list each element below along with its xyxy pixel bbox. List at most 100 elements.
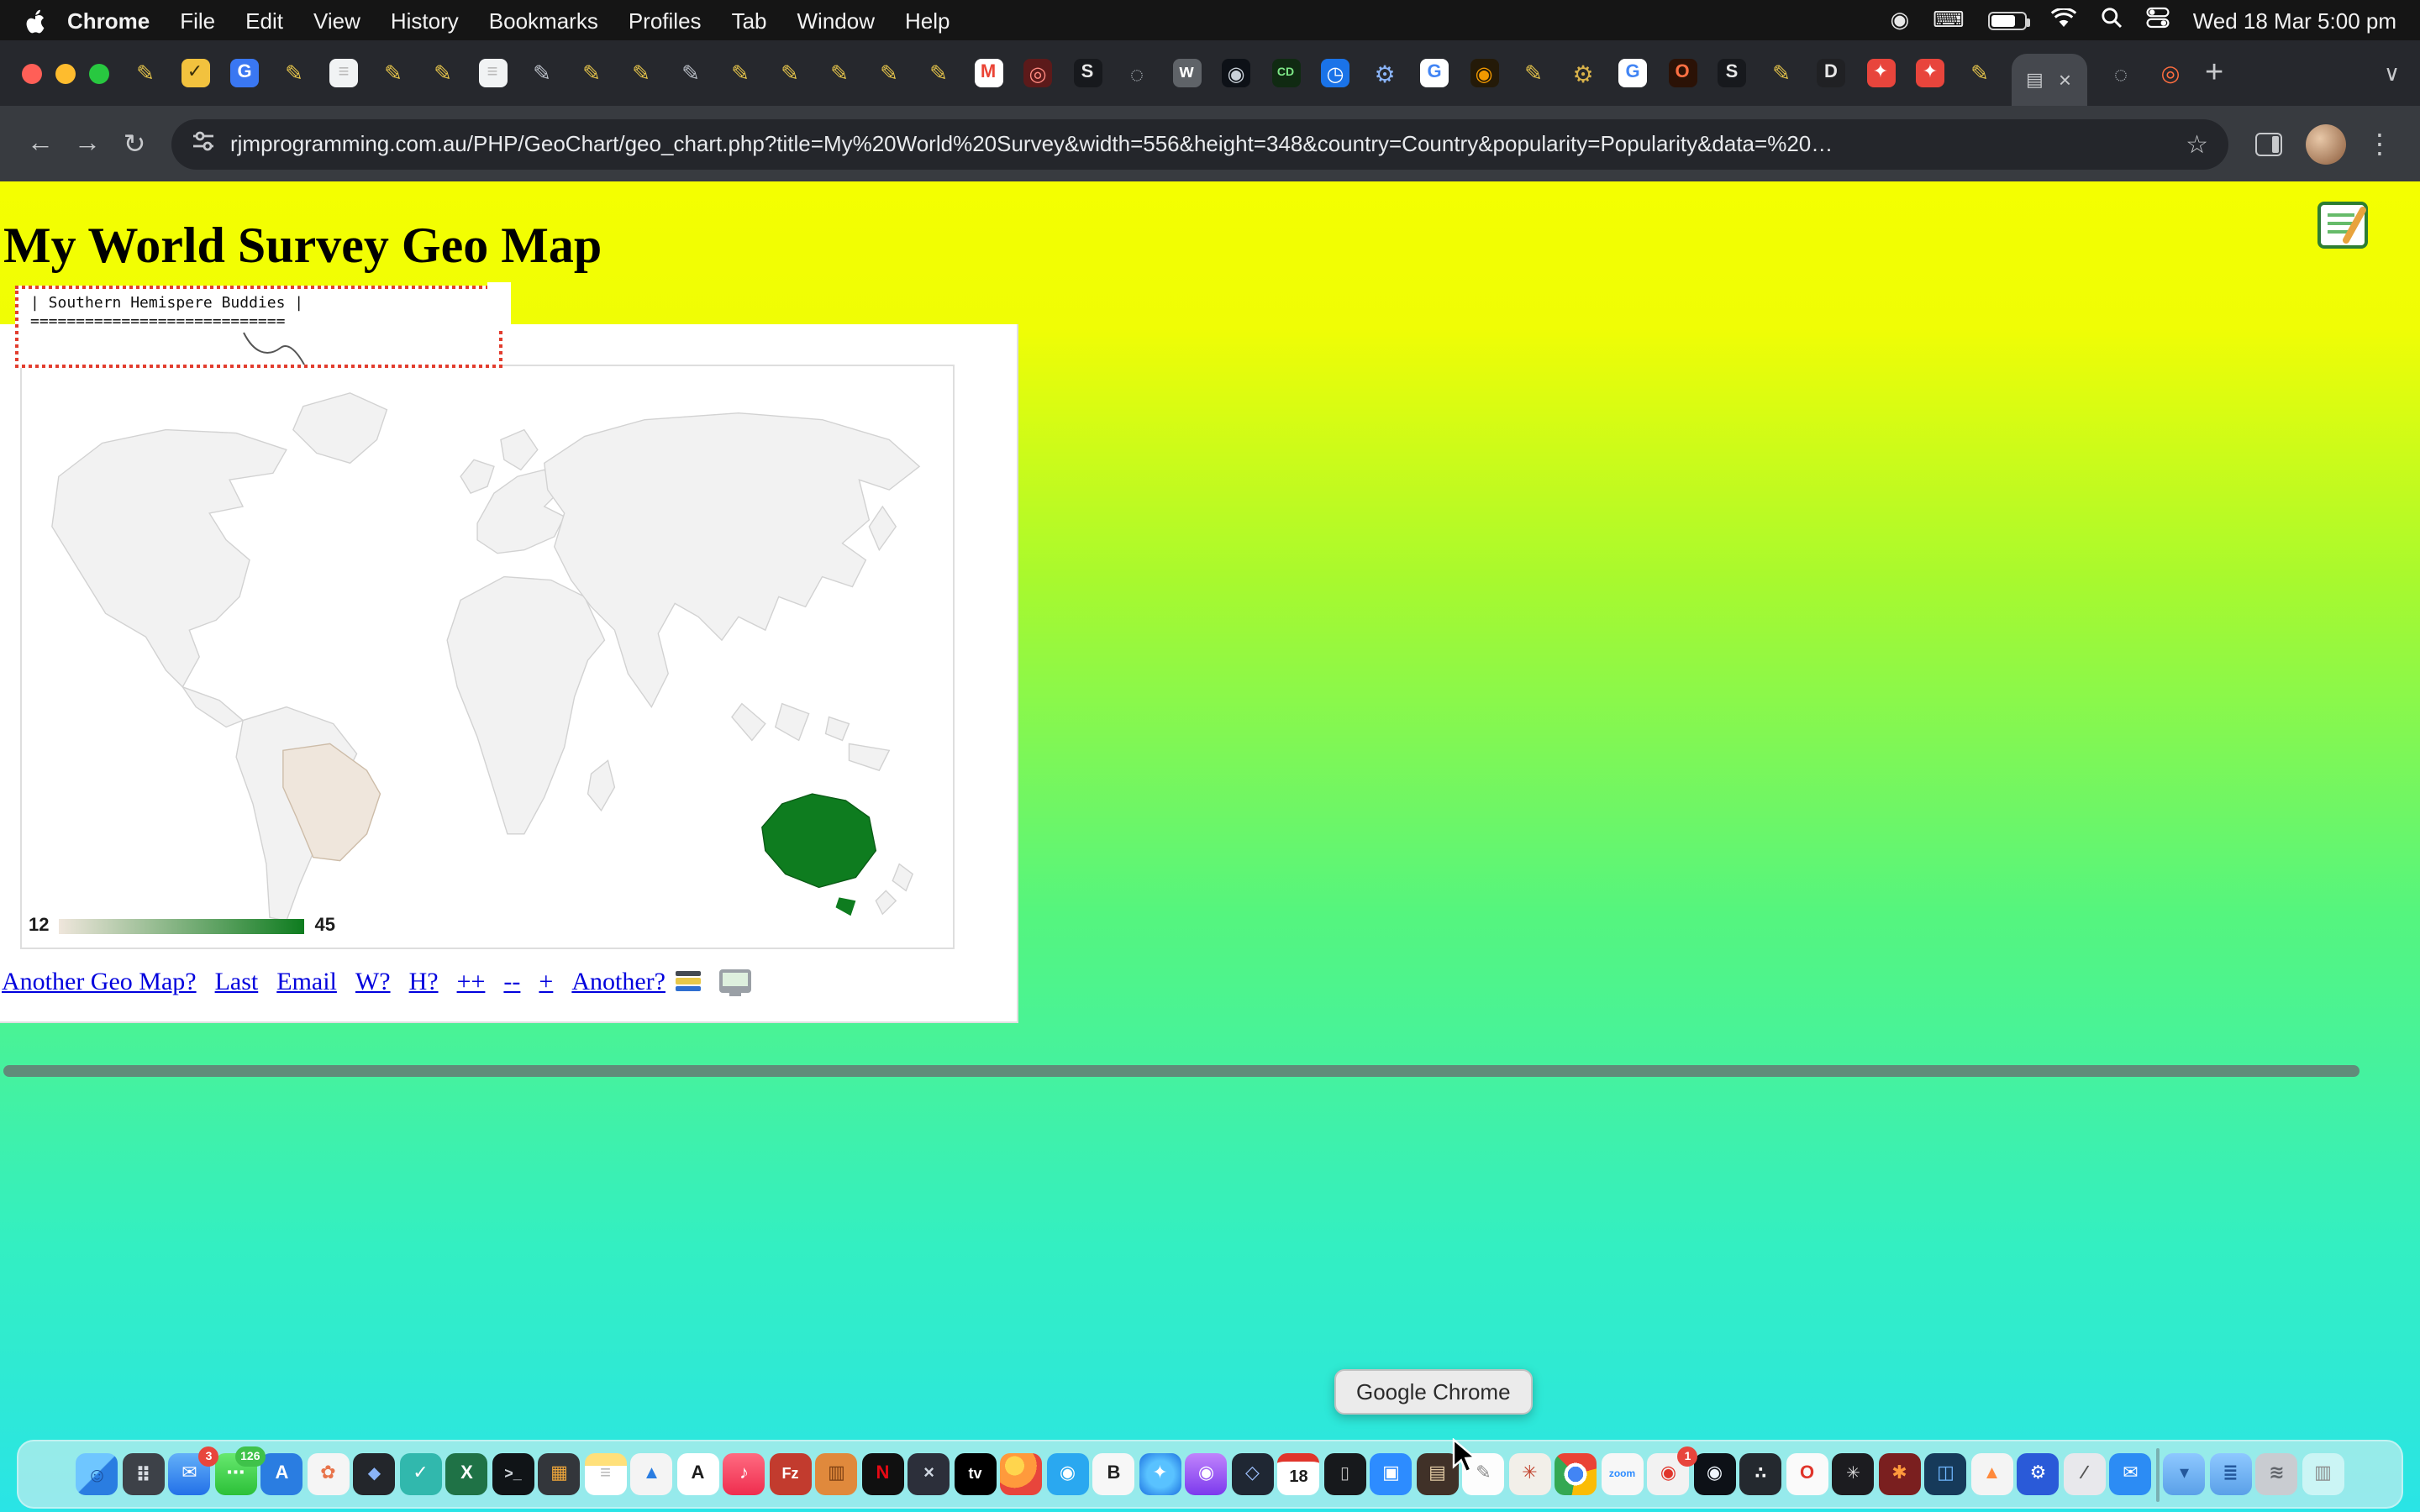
- menubar-menu[interactable]: File: [165, 8, 230, 33]
- new-tab-button[interactable]: +: [2205, 57, 2223, 89]
- tab-gear-gold[interactable]: ⚙: [1569, 59, 1597, 87]
- battery-icon[interactable]: [1988, 11, 2027, 29]
- dock-documents-folder[interactable]: ≣: [2210, 1453, 2252, 1495]
- dock-drive-stack[interactable]: ≋: [2256, 1453, 2298, 1495]
- dock-github[interactable]: ◉: [1694, 1453, 1736, 1495]
- menubar-menu[interactable]: Tab: [717, 8, 782, 33]
- dock-tasks-app[interactable]: ✓: [400, 1453, 442, 1495]
- tab-o-orange[interactable]: O: [1668, 59, 1697, 87]
- dock-cone-app[interactable]: ▲: [1971, 1453, 2013, 1495]
- tab-gmail[interactable]: M: [974, 59, 1002, 87]
- region-australia[interactable]: [762, 794, 876, 887]
- back-button[interactable]: ←: [17, 120, 64, 167]
- dock-neko-app[interactable]: ∴: [1740, 1453, 1782, 1495]
- tab-pencil[interactable]: ✎: [776, 59, 804, 87]
- tab-close-button[interactable]: ×: [2059, 69, 2071, 91]
- tab-s-dark[interactable]: S: [1073, 59, 1102, 87]
- tab-search-button[interactable]: ∨: [2384, 60, 2400, 87]
- dock-facetime[interactable]: ▣: [1370, 1453, 1413, 1495]
- dock-design-app[interactable]: ∕: [2064, 1453, 2106, 1495]
- geo-link[interactable]: Last: [215, 969, 259, 998]
- zoom-window-button[interactable]: [89, 63, 109, 83]
- tab-pencil[interactable]: ✎: [924, 59, 953, 87]
- menubar-menu[interactable]: Profiles: [613, 8, 717, 33]
- dock-red-dot-app[interactable]: ◉ 1: [1648, 1453, 1690, 1495]
- dock-spark-mail[interactable]: ✉: [2110, 1453, 2152, 1495]
- dock-iterm[interactable]: ▯: [1324, 1453, 1366, 1495]
- omnibox[interactable]: rjmprogramming.com.au/PHP/GeoChart/geo_c…: [171, 118, 2228, 169]
- dock-dark-diamond-app[interactable]: ◇: [1232, 1453, 1274, 1495]
- menubar-menu[interactable]: History: [376, 8, 474, 33]
- dock-messages[interactable]: ⋯ 126: [215, 1453, 257, 1495]
- minimize-window-button[interactable]: [55, 63, 76, 83]
- browser-menu-icon[interactable]: ⋮: [2356, 127, 2403, 160]
- tab-doc[interactable]: ≡: [478, 59, 507, 87]
- dock-separator[interactable]: [2156, 1447, 2160, 1501]
- dock-keynote[interactable]: ▲: [631, 1453, 673, 1495]
- tab-orange-ring[interactable]: ◉: [1470, 59, 1498, 87]
- geo-link[interactable]: --: [503, 969, 520, 998]
- close-window-button[interactable]: [22, 63, 42, 83]
- dock-photos[interactable]: ✿: [308, 1453, 350, 1495]
- dock-tools-app[interactable]: ⚙: [2018, 1453, 2060, 1495]
- dock-paw-app[interactable]: ✳: [1833, 1453, 1875, 1495]
- dock-appletv[interactable]: tv: [955, 1453, 997, 1495]
- dock-appstore[interactable]: A: [261, 1453, 303, 1495]
- tab-dashed[interactable]: ◌: [2107, 59, 2135, 87]
- tab-pencil-gray[interactable]: ✎: [676, 59, 705, 87]
- dock-zoom[interactable]: zoom: [1602, 1453, 1644, 1495]
- tab-pencil[interactable]: ✎: [825, 59, 854, 87]
- geo-link[interactable]: Another?: [571, 969, 666, 998]
- tab-o-ring[interactable]: ◎: [2156, 59, 2185, 87]
- dock-blue-orb-app[interactable]: ◉: [1047, 1453, 1089, 1495]
- dock-calendar[interactable]: 18: [1278, 1453, 1320, 1495]
- dock-filezilla[interactable]: Fz: [770, 1453, 812, 1495]
- tab-red-hand[interactable]: ✦: [1916, 59, 1944, 87]
- tab-check[interactable]: ✓: [181, 59, 209, 87]
- dock-trash[interactable]: ▥: [2302, 1453, 2344, 1495]
- keyboard-icon[interactable]: ⌨: [1933, 7, 1965, 34]
- menubar-app-name[interactable]: Chrome: [52, 8, 165, 33]
- tab-w-gray[interactable]: w: [1172, 59, 1201, 87]
- spotlight-icon[interactable]: [2101, 7, 2123, 34]
- dock-crate-app[interactable]: ▥: [816, 1453, 858, 1495]
- dock-grid-app[interactable]: ▦: [539, 1453, 581, 1495]
- dock-mail[interactable]: ✉ 3: [169, 1453, 211, 1495]
- dock-terminal[interactable]: >_: [492, 1453, 534, 1495]
- tab-pencil[interactable]: ✎: [577, 59, 606, 87]
- geo-link[interactable]: W?: [355, 969, 391, 998]
- reload-button[interactable]: ↻: [111, 120, 158, 167]
- dock-music[interactable]: ♪: [723, 1453, 765, 1495]
- dock-whale-app[interactable]: ◫: [1925, 1453, 1967, 1495]
- dock-rust-app[interactable]: ✱: [1879, 1453, 1921, 1495]
- dock-netflix[interactable]: N: [862, 1453, 904, 1495]
- tab-dashed[interactable]: ◌: [1123, 59, 1151, 87]
- tab-s-dark[interactable]: S: [1718, 59, 1746, 87]
- geo-link[interactable]: ++: [457, 969, 486, 998]
- forward-button[interactable]: →: [64, 120, 111, 167]
- tab-pencil[interactable]: ✎: [280, 59, 308, 87]
- tab-pencil[interactable]: ✎: [1767, 59, 1796, 87]
- tab-google[interactable]: G: [1618, 59, 1647, 87]
- tab-pencil[interactable]: ✎: [1965, 59, 1994, 87]
- geo-link[interactable]: Email: [276, 969, 337, 998]
- geo-link[interactable]: H?: [409, 969, 439, 998]
- tab-git[interactable]: ◉: [1222, 59, 1250, 87]
- menubar-clock[interactable]: Wed 18 Mar 5:00 pm: [2193, 8, 2396, 33]
- horizontal-scrollbar[interactable]: [3, 1065, 2360, 1077]
- wifi-icon[interactable]: [2050, 8, 2077, 33]
- dock-podcasts[interactable]: ◉: [1186, 1453, 1228, 1495]
- profile-avatar[interactable]: [2306, 123, 2346, 164]
- dock-bear[interactable]: B: [1093, 1453, 1135, 1495]
- tab-google[interactable]: G: [1420, 59, 1449, 87]
- menubar-menu[interactable]: Edit: [230, 8, 298, 33]
- menubar-menu[interactable]: View: [298, 8, 376, 33]
- dock-dark-app[interactable]: ◆: [354, 1453, 396, 1495]
- dock-paint-app[interactable]: ✳: [1509, 1453, 1551, 1495]
- dock-safari[interactable]: ✦: [1139, 1453, 1181, 1495]
- control-center-icon[interactable]: [2146, 7, 2170, 34]
- dock-firefox[interactable]: [1001, 1453, 1043, 1495]
- side-panel-icon[interactable]: [2255, 132, 2282, 155]
- tab-pencil-gray[interactable]: ✎: [528, 59, 556, 87]
- tab-cd[interactable]: CD: [1271, 59, 1300, 87]
